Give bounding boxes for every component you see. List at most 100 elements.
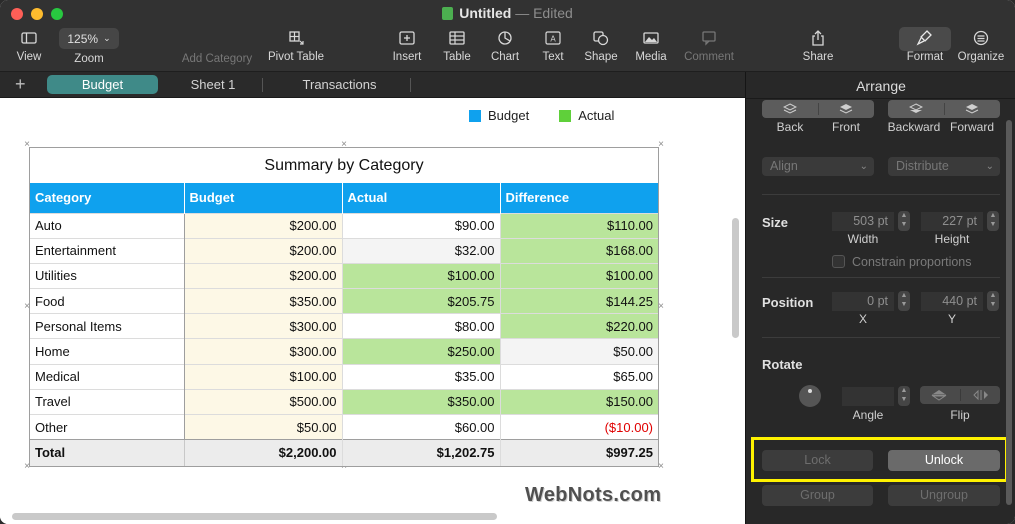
align-dropdown[interactable]: Align ⌄ — [762, 157, 874, 176]
table-cell[interactable]: Home — [30, 338, 185, 365]
table-cell[interactable]: $200.00 — [184, 212, 343, 239]
tab-budget[interactable]: Budget — [47, 75, 158, 94]
table-cell[interactable]: $220.00 — [500, 313, 658, 339]
table-cell[interactable]: $65.00 — [500, 363, 658, 390]
table-cell[interactable]: $350.00 — [342, 388, 501, 415]
backward-label: Backward — [887, 120, 941, 134]
table-cell[interactable]: $1,202.75 — [342, 439, 501, 466]
table-cell[interactable]: Auto — [30, 212, 185, 239]
legend-label: Budget — [488, 108, 530, 123]
width-stepper[interactable]: ▲ ▼ — [898, 211, 910, 231]
x-label: X — [858, 312, 867, 326]
table-cell[interactable]: $997.25 — [500, 439, 658, 466]
table-cell[interactable]: $200.00 — [184, 262, 343, 289]
flip-vertical-icon — [931, 390, 947, 401]
sheet-canvas[interactable]: Budget Actual × × × × × × × × Summary by… — [0, 98, 745, 524]
table-cell[interactable]: Other — [30, 413, 185, 440]
numbers-doc-icon — [442, 7, 454, 20]
tab-transactions[interactable]: Transactions — [282, 75, 397, 94]
comment-button[interactable]: Comment — [674, 28, 744, 63]
summary-table[interactable]: Summary by Category Category Budget Actu… — [29, 147, 659, 467]
x-stepper[interactable]: ▲ ▼ — [898, 291, 910, 311]
backward-button[interactable] — [888, 100, 944, 118]
angle-field[interactable] — [842, 387, 894, 406]
x-field[interactable]: 0 pt — [832, 292, 894, 311]
divider — [762, 277, 1000, 278]
y-stepper[interactable]: ▲ ▼ — [987, 291, 999, 311]
table-cell[interactable]: ($10.00) — [500, 413, 658, 440]
distribute-dropdown[interactable]: Distribute ⌄ — [888, 157, 1000, 176]
table-cell[interactable]: $50.00 — [184, 413, 343, 440]
rotate-knob[interactable] — [799, 385, 821, 407]
comment-icon — [702, 31, 716, 46]
inspector-scrollbar[interactable] — [1006, 120, 1012, 505]
table-cell[interactable]: $110.00 — [500, 212, 658, 239]
lock-button[interactable]: Lock — [762, 450, 873, 471]
table-cell[interactable]: Total — [30, 439, 185, 466]
inspector-title[interactable]: Arrange — [746, 78, 1015, 94]
table-cell[interactable]: $144.25 — [500, 288, 658, 314]
numbers-window: Untitled — Edited View 125% ⌄ Zoom Add Ca… — [0, 0, 1015, 524]
table-cell[interactable]: $300.00 — [184, 313, 343, 339]
column-header[interactable]: Category — [30, 183, 185, 213]
column-header[interactable]: Budget — [184, 183, 343, 213]
table-cell[interactable]: $2,200.00 — [184, 439, 343, 466]
watermark: WebNots.com — [525, 484, 662, 506]
column-header[interactable]: Difference — [500, 183, 658, 213]
table-cell[interactable]: $205.75 — [342, 288, 501, 314]
forward-button[interactable] — [944, 100, 1000, 118]
table-cell[interactable]: $300.00 — [184, 338, 343, 365]
table-cell[interactable]: $168.00 — [500, 237, 658, 264]
flip-vertical-button[interactable] — [920, 386, 958, 404]
table-cell[interactable]: $100.00 — [184, 363, 343, 390]
table-total-row: Total $2,200.00 $1,202.75 $997.25 — [30, 439, 658, 466]
y-field[interactable]: 440 pt — [921, 292, 983, 311]
table-cell[interactable]: $500.00 — [184, 388, 343, 415]
backward-forward-segmented — [888, 100, 1000, 118]
table-cell[interactable]: Entertainment — [30, 237, 185, 264]
table-cell[interactable]: $200.00 — [184, 237, 343, 264]
table-cell[interactable]: $32.00 — [342, 237, 501, 264]
column-header[interactable]: Actual — [342, 183, 501, 213]
pivot-table-button[interactable]: Pivot Table — [261, 28, 331, 63]
add-sheet-plus-icon[interactable]: + — [15, 74, 26, 95]
back-button[interactable] — [762, 100, 818, 118]
table-title[interactable]: Summary by Category — [30, 148, 658, 183]
tab-sheet-1[interactable]: Sheet 1 — [168, 75, 258, 94]
flip-horizontal-button[interactable] — [962, 386, 1000, 404]
height-stepper[interactable]: ▲ ▼ — [987, 211, 999, 231]
horizontal-scrollbar[interactable] — [12, 513, 497, 520]
table-cell[interactable]: $100.00 — [342, 262, 501, 289]
constrain-proportions-checkbox[interactable] — [832, 255, 845, 268]
front-button[interactable] — [818, 100, 874, 118]
table-cell[interactable]: $60.00 — [342, 413, 501, 440]
table-cell[interactable]: $35.00 — [342, 363, 501, 390]
height-field[interactable]: 227 pt — [921, 212, 983, 231]
chart-icon — [498, 31, 512, 45]
table-cell[interactable]: Travel — [30, 388, 185, 415]
table-cell[interactable]: $90.00 — [342, 212, 501, 239]
table-cell[interactable]: Food — [30, 288, 185, 314]
table-cell[interactable]: $50.00 — [500, 338, 658, 365]
shape-icon — [593, 31, 609, 46]
table-cell[interactable]: $350.00 — [184, 288, 343, 314]
organize-button[interactable]: Organize — [946, 28, 1015, 63]
table-cell[interactable]: $150.00 — [500, 388, 658, 415]
view-button[interactable]: View — [0, 28, 64, 63]
table-cell[interactable]: Medical — [30, 363, 185, 390]
width-field[interactable]: 503 pt — [832, 212, 894, 231]
unlock-button[interactable]: Unlock — [888, 450, 1000, 471]
table-cell[interactable]: Utilities — [30, 262, 185, 289]
table-cell[interactable]: $80.00 — [342, 313, 501, 339]
zoom-dropdown[interactable]: 125% ⌄ — [59, 28, 119, 49]
group-button[interactable]: Group — [762, 485, 873, 506]
ungroup-button[interactable]: Ungroup — [888, 485, 1000, 506]
share-button[interactable]: Share — [783, 28, 853, 63]
table-cell[interactable]: Personal Items — [30, 313, 185, 339]
add-category-button[interactable]: Add Category — [172, 53, 262, 65]
table-cell[interactable]: $100.00 — [500, 262, 658, 289]
legend-item-actual: Actual — [559, 108, 614, 123]
angle-stepper[interactable]: ▲ ▼ — [898, 386, 910, 406]
vertical-scrollbar[interactable] — [732, 218, 739, 338]
table-cell[interactable]: $250.00 — [342, 338, 501, 365]
